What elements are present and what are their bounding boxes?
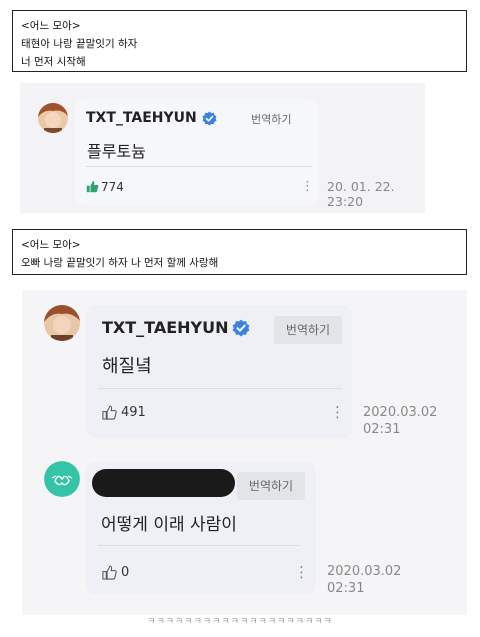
verified-badge-icon xyxy=(232,319,250,337)
more-options-icon[interactable]: ⋮ xyxy=(301,180,314,193)
quote-box-2: <어느 모아> 오빠 나랑 끝말잇기 하자 나 먼저 할께 사랑해 xyxy=(12,229,467,275)
thumbs-up-icon[interactable] xyxy=(102,405,117,420)
comment-body: 해질녘 xyxy=(102,356,152,377)
comment-time: 02:31 xyxy=(327,581,365,596)
comment-body: 어떻게 이래 사람이 xyxy=(101,515,237,535)
thumbs-up-icon[interactable] xyxy=(102,565,117,580)
more-options-icon[interactable]: ⋮ xyxy=(294,565,309,580)
verified-badge-icon xyxy=(202,111,217,126)
translate-button[interactable]: 번역하기 xyxy=(237,472,305,500)
avatar-image xyxy=(44,305,80,341)
quote-line: 태현아 나랑 끝말잇기 하자 xyxy=(21,38,138,50)
avatar-image xyxy=(38,103,68,133)
comment-date: 2020.03.02 xyxy=(363,405,438,420)
quote-line: 너 먼저 시작해 xyxy=(21,56,86,68)
like-count: 774 xyxy=(101,180,124,194)
translate-button[interactable]: 번역하기 xyxy=(274,316,342,344)
avatar-image xyxy=(44,461,80,497)
translate-button[interactable]: 번역하기 xyxy=(251,111,291,127)
username[interactable]: TXT_TAEHYUN xyxy=(86,110,197,126)
divider xyxy=(98,545,300,546)
redacted-username xyxy=(92,469,235,497)
comment-body: 플루토늄 xyxy=(87,142,146,161)
username[interactable]: TXT_TAEHYUN xyxy=(102,318,229,337)
like-count: 0 xyxy=(121,565,130,580)
comment-date: 2020.03.02 xyxy=(327,564,402,579)
footer-laughter: ㅋㅋㅋㅋㅋㅋㅋㅋㅋㅋㅋㅋㅋㅋㅋㅋㅋㅋㅋㅋ xyxy=(147,617,333,627)
quote-title: <어느 모아> xyxy=(21,239,81,251)
divider xyxy=(98,388,342,389)
thumbs-up-icon[interactable] xyxy=(86,180,99,193)
quote-title: <어느 모아> xyxy=(21,20,81,32)
quote-box-1: <어느 모아> 태현아 나랑 끝말잇기 하자 너 먼저 시작해 xyxy=(12,10,467,72)
comment-time: 02:31 xyxy=(363,422,401,437)
avatar[interactable] xyxy=(44,461,80,497)
comment-time: 23:20 xyxy=(327,194,364,209)
avatar[interactable] xyxy=(44,305,80,341)
divider xyxy=(86,166,312,167)
avatar[interactable] xyxy=(38,103,68,133)
more-options-icon[interactable]: ⋮ xyxy=(330,405,345,420)
quote-line: 오빠 나랑 끝말잇기 하자 나 먼저 할께 사랑해 xyxy=(21,257,219,269)
like-count: 491 xyxy=(121,405,146,420)
